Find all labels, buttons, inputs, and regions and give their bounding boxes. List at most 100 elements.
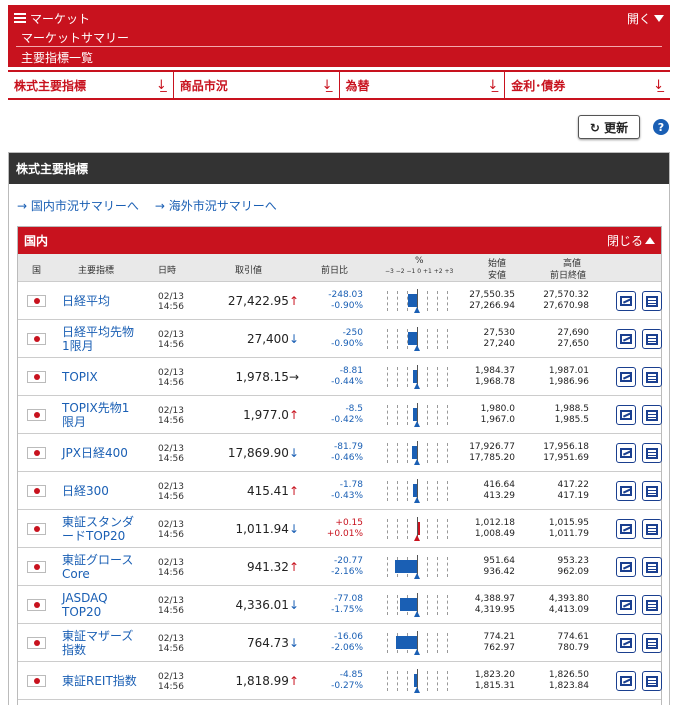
prev-close-value: 417.19: [557, 491, 590, 501]
indicator-name-link[interactable]: JASDAQ TOP20: [62, 590, 140, 620]
chart-button[interactable]: [616, 481, 636, 501]
breadcrumb-market-summary[interactable]: マーケットサマリー: [21, 29, 129, 46]
tab-rates-bonds[interactable]: 金利･債券 ↓̲: [505, 72, 670, 98]
indicator-name-link[interactable]: TOPIX先物1限月: [62, 400, 140, 430]
timestamp: 02/13 14:56: [158, 406, 184, 426]
gauge-pointer-icon: [414, 573, 420, 579]
gauge-tick: [387, 405, 388, 425]
indicator-name-link[interactable]: TOPIX: [62, 362, 140, 392]
price: 4,336.01↓: [236, 598, 300, 612]
tab-forex[interactable]: 為替 ↓̲: [340, 72, 506, 98]
gauge-tick: [447, 291, 448, 311]
indicator-name-link[interactable]: 東証スタンダードTOP20: [62, 514, 140, 544]
timestamp: 02/13 14:56: [158, 672, 184, 692]
indicator-name: 東証スタンダードTOP20: [62, 515, 135, 543]
gauge-tick: [447, 329, 448, 349]
trend-arrow-icon: ↓: [288, 598, 299, 612]
col-percent: %: [415, 256, 424, 266]
open-value: 951.64: [483, 556, 516, 566]
change: -77.08 -1.75%: [331, 594, 363, 616]
detail-table-button[interactable]: [642, 481, 662, 501]
gauge-tick: [427, 291, 428, 311]
chart-button[interactable]: [616, 557, 636, 577]
open-value: 774.21: [483, 632, 516, 642]
gauge-tick: [437, 519, 438, 539]
chart-button[interactable]: [616, 671, 636, 691]
triangle-up-icon: [645, 237, 655, 244]
change-value: +0.15: [335, 518, 363, 528]
indicator-name-link[interactable]: 東証REIT指数: [62, 666, 140, 696]
close-panel-button[interactable]: 閉じる: [607, 232, 655, 249]
tab-stock-indicators[interactable]: 株式主要指標 ↓̲: [8, 72, 174, 98]
detail-table-button[interactable]: [642, 291, 662, 311]
chart-button[interactable]: [616, 291, 636, 311]
indicator-name-link[interactable]: 日経平均: [62, 286, 140, 316]
hamburger-menu-icon[interactable]: [14, 12, 26, 24]
market-menu[interactable]: マーケット: [14, 9, 90, 27]
detail-table-button[interactable]: [642, 671, 662, 691]
chart-button[interactable]: [616, 405, 636, 425]
open-button[interactable]: 開く: [627, 10, 664, 27]
tab-label: 金利･債券: [511, 78, 566, 93]
detail-table-button[interactable]: [642, 633, 662, 653]
high-prev: 27,690 27,650: [558, 328, 590, 350]
trend-arrow-icon: ↓: [288, 636, 299, 650]
tab-commodities[interactable]: 商品市況 ↓̲: [174, 72, 340, 98]
chart-button[interactable]: [616, 595, 636, 615]
indicator-name-link[interactable]: JPX日経400: [62, 438, 140, 468]
price-value: 4,336.01: [235, 598, 289, 612]
indicator-name: 日経300: [62, 484, 109, 498]
change: -8.81 -0.44%: [331, 366, 363, 388]
chart-button[interactable]: [616, 633, 636, 653]
low-value: 762.97: [483, 643, 516, 653]
gauge-tick: [447, 405, 448, 425]
gauge-bar: [396, 636, 417, 649]
prev-close-value: 17,951.69: [543, 453, 589, 463]
domestic-summary-link[interactable]: → 国内市況サマリーへ: [17, 197, 139, 214]
help-icon[interactable]: ?: [653, 119, 669, 135]
chart-button[interactable]: [616, 329, 636, 349]
gauge-tick: [437, 557, 438, 577]
gauge-tick: [407, 443, 408, 463]
trend-arrow-icon: ↑: [288, 484, 299, 498]
open-low: 1,980.0 1,967.0: [481, 404, 515, 426]
chart-button[interactable]: [616, 443, 636, 463]
high-value: 1,826.50: [548, 670, 589, 680]
low-value: 27,240: [483, 339, 516, 349]
change: -81.79 -0.46%: [331, 442, 363, 464]
change-percent: -2.16%: [331, 567, 363, 577]
indicator-name-link[interactable]: 東証マザーズ指数: [62, 628, 140, 658]
chart-icon: [620, 676, 632, 686]
overseas-summary-link[interactable]: → 海外市況サマリーへ: [155, 197, 277, 214]
table-icon: [646, 523, 658, 535]
detail-table-button[interactable]: [642, 443, 662, 463]
prev-close-value: 1,985.5: [554, 415, 589, 425]
gauge-pointer-icon: [414, 307, 420, 313]
domestic-panel: 国内 閉じる 国 主要指標 日時 取引値 前日比 % −3 −2 −1 0 +1…: [17, 226, 662, 705]
gauge-tick: [437, 443, 438, 463]
change-percent: -0.46%: [331, 453, 363, 463]
change-percent: -0.90%: [331, 339, 363, 349]
indicator-name-link[interactable]: 日経300: [62, 476, 140, 506]
detail-table-button[interactable]: [642, 367, 662, 387]
stock-indicators-section: 株式主要指標 → 国内市況サマリーへ → 海外市況サマリーへ 国内 閉じる 国 …: [8, 152, 670, 705]
gauge-bar: [395, 560, 417, 573]
japan-flag-icon: [27, 295, 46, 307]
open-value: 4,388.97: [474, 594, 515, 604]
price: 27,422.95↑: [228, 294, 299, 308]
gauge-tick: [397, 329, 398, 349]
refresh-button[interactable]: ↻ 更新: [578, 115, 640, 139]
table-row: JPX日経400 02/13 14:56 17,869.90↓ -81.79 -0.46%…: [18, 434, 662, 472]
change-value: -4.85: [339, 670, 363, 680]
detail-table-button[interactable]: [642, 329, 662, 349]
detail-table-button[interactable]: [642, 557, 662, 577]
detail-table-button[interactable]: [642, 405, 662, 425]
chart-button[interactable]: [616, 519, 636, 539]
indicator-name-link[interactable]: 東証グロースCore: [62, 552, 140, 582]
detail-table-button[interactable]: [642, 519, 662, 539]
indicator-name-link[interactable]: 日経平均先物1限月: [62, 324, 140, 354]
detail-table-button[interactable]: [642, 595, 662, 615]
open-value: 1,012.18: [474, 518, 515, 528]
table-row: 日経平均先物1限月 02/13 14:56 27,400↓ -250 -0.90% 27,5…: [18, 320, 662, 358]
chart-button[interactable]: [616, 367, 636, 387]
